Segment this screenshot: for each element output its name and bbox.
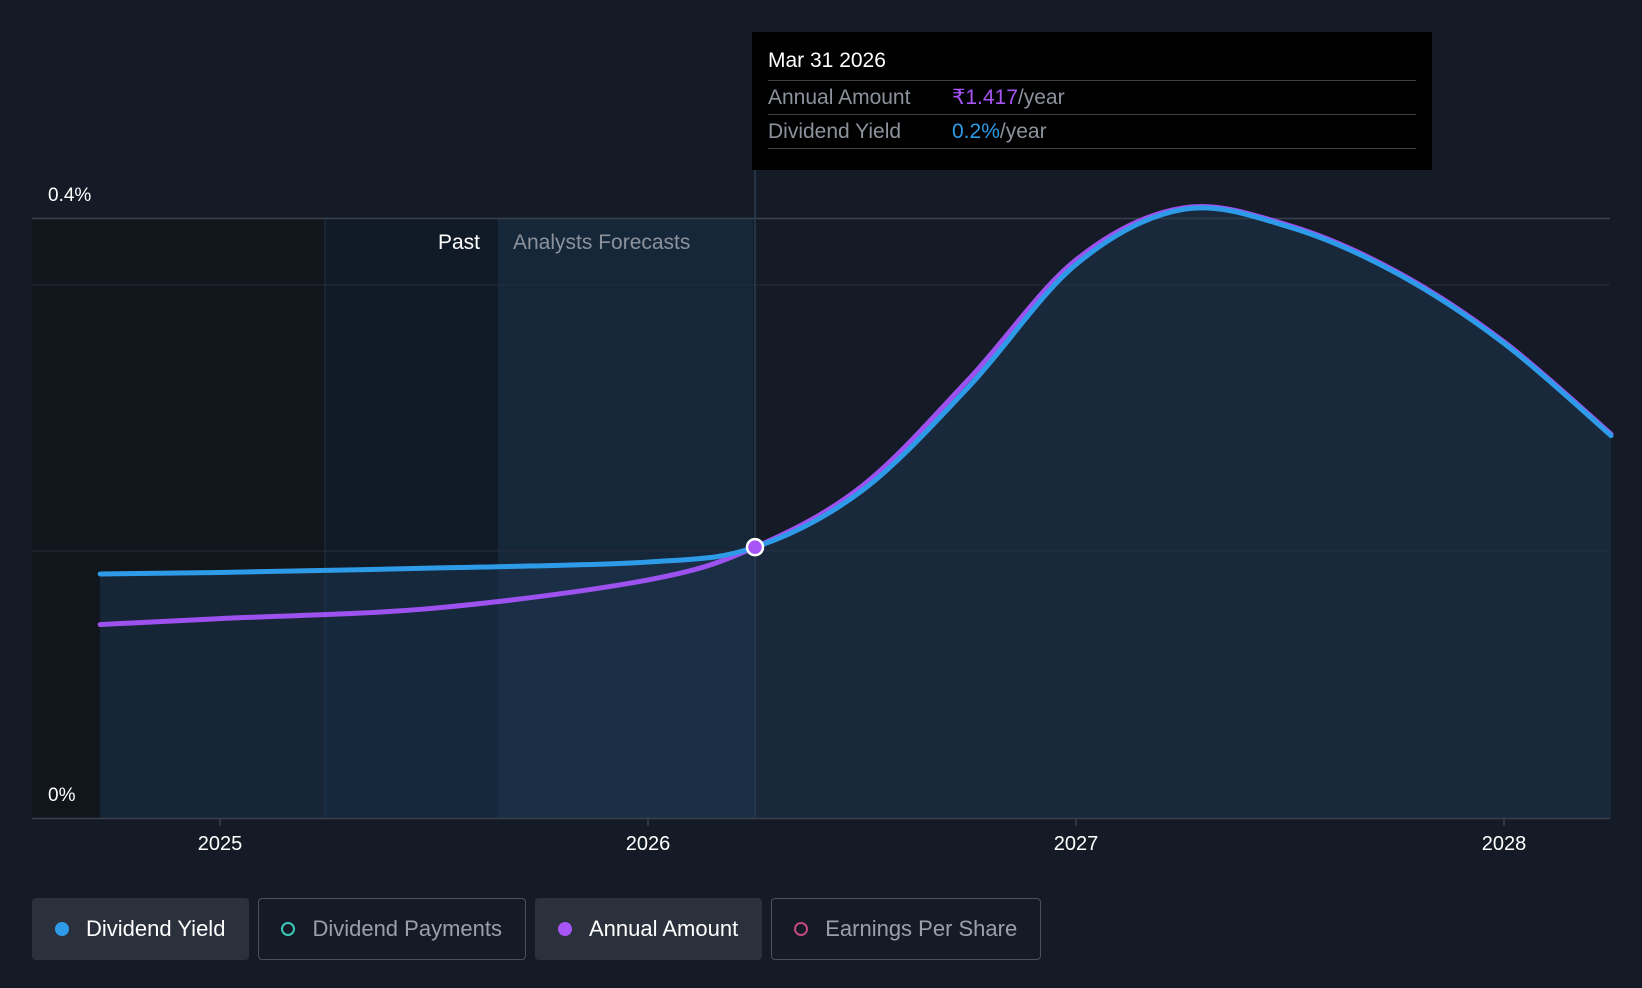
legend-label: Dividend Yield (86, 916, 226, 941)
tooltip-label: Annual Amount (768, 86, 911, 109)
legend-earnings-per-share-button[interactable]: Earnings Per Share (771, 898, 1042, 960)
tooltip-row-annual-amount: Annual Amount ₹1.417 /year (768, 81, 1416, 115)
tooltip-value: ₹1.417 (952, 86, 1018, 109)
x-tick-label: 2026 (626, 833, 671, 855)
legend-dividend-payments-button[interactable]: Dividend Payments (258, 898, 526, 960)
dividend-payments-dot-icon (281, 922, 296, 936)
highlight-point[interactable] (745, 537, 765, 557)
y-tick-label-bottom: 0% (48, 785, 76, 806)
tooltip-date: Mar 31 2026 (768, 46, 1416, 81)
legend-label: Annual Amount (588, 916, 739, 941)
tooltip: Mar 31 2026 Annual Amount ₹1.417 /year D… (752, 32, 1432, 170)
x-tick-label: 2028 (1482, 833, 1527, 855)
legend-label: Earnings Per Share (825, 916, 1018, 941)
tooltip-label: Dividend Yield (768, 120, 902, 143)
past-label: Past (438, 231, 480, 254)
legend: Dividend Yield Dividend Payments Annual … (32, 898, 1050, 960)
tooltip-row-dividend-yield: Dividend Yield 0.2% /year (768, 115, 1416, 149)
legend-dividend-yield-button[interactable]: Dividend Yield (32, 898, 250, 960)
x-axis-ticks: 2025 2026 2027 2028 (198, 818, 1527, 855)
legend-label: Dividend Payments (312, 916, 502, 941)
tooltip-unit: /year (1017, 86, 1065, 109)
annual-amount-dot-icon (557, 922, 572, 936)
tooltip-value: 0.2% (952, 120, 1000, 143)
legend-annual-amount-button[interactable]: Annual Amount (534, 898, 763, 960)
tooltip-unit: /year (999, 120, 1047, 143)
x-tick-label: 2027 (1054, 833, 1099, 855)
x-tick-label: 2025 (198, 833, 243, 855)
dividend-yield-dot-icon (55, 922, 69, 936)
y-tick-label-top: 0.4% (48, 185, 91, 206)
earnings-per-share-dot-icon (794, 922, 809, 936)
forecast-label: Analysts Forecasts (513, 231, 690, 254)
